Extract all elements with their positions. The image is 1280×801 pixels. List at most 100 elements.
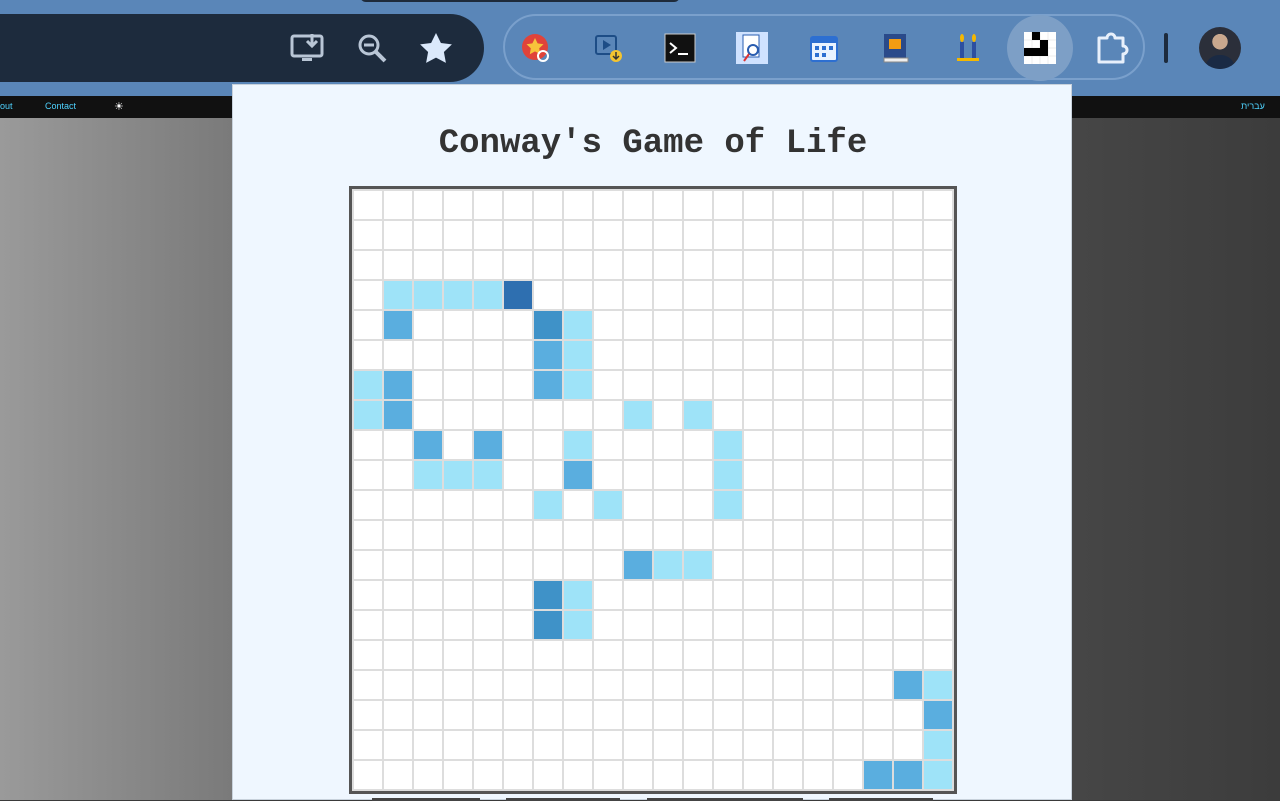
grid-cell[interactable] [594, 221, 622, 249]
grid-cell[interactable] [804, 551, 832, 579]
extension-candles-icon[interactable] [948, 28, 988, 68]
grid-cell[interactable] [834, 491, 862, 519]
grid-cell[interactable] [684, 311, 712, 339]
nav-link-about[interactable]: out [0, 101, 13, 111]
grid-cell[interactable] [594, 371, 622, 399]
grid-cell[interactable] [624, 761, 652, 789]
grid-cell[interactable] [504, 641, 532, 669]
grid-cell[interactable] [894, 221, 922, 249]
grid-cell[interactable] [834, 731, 862, 759]
grid-cell-alive[interactable] [414, 461, 442, 489]
grid-cell[interactable] [774, 221, 802, 249]
grid-cell[interactable] [564, 701, 592, 729]
grid-cell[interactable] [474, 611, 502, 639]
grid-cell[interactable] [504, 431, 532, 459]
grid-cell[interactable] [744, 491, 772, 519]
grid-cell[interactable] [684, 701, 712, 729]
grid-cell[interactable] [534, 671, 562, 699]
grid-cell[interactable] [834, 371, 862, 399]
grid-cell[interactable] [774, 401, 802, 429]
grid-cell[interactable] [534, 281, 562, 309]
grid-cell[interactable] [894, 491, 922, 519]
grid-cell[interactable] [474, 671, 502, 699]
grid-cell-alive[interactable] [714, 461, 742, 489]
grid-cell[interactable] [684, 671, 712, 699]
grid-cell-alive[interactable] [534, 371, 562, 399]
grid-cell[interactable] [774, 641, 802, 669]
grid-cell[interactable] [864, 701, 892, 729]
grid-cell[interactable] [864, 551, 892, 579]
grid-cell-alive[interactable] [564, 461, 592, 489]
extension-calendar-icon[interactable] [804, 28, 844, 68]
grid-cell[interactable] [414, 251, 442, 279]
grid-cell[interactable] [864, 611, 892, 639]
grid-cell[interactable] [774, 671, 802, 699]
grid-cell[interactable] [444, 401, 472, 429]
grid-cell[interactable] [594, 551, 622, 579]
grid-cell[interactable] [564, 401, 592, 429]
extension-video-download-icon[interactable] [588, 28, 628, 68]
grid-cell[interactable] [654, 671, 682, 699]
grid-cell[interactable] [534, 731, 562, 759]
grid-cell[interactable] [804, 521, 832, 549]
grid-cell[interactable] [414, 761, 442, 789]
grid-cell[interactable] [714, 281, 742, 309]
grid-cell[interactable] [774, 611, 802, 639]
grid-cell[interactable] [594, 521, 622, 549]
grid-cell[interactable] [894, 641, 922, 669]
grid-cell[interactable] [894, 191, 922, 219]
grid-cell[interactable] [924, 221, 952, 249]
grid-cell[interactable] [684, 251, 712, 279]
grid-cell[interactable] [744, 611, 772, 639]
grid-cell[interactable] [834, 761, 862, 789]
grid-cell[interactable] [684, 371, 712, 399]
grid-cell[interactable] [804, 641, 832, 669]
grid-cell[interactable] [894, 701, 922, 729]
grid-cell[interactable] [654, 221, 682, 249]
grid-cell[interactable] [744, 191, 772, 219]
grid-cell[interactable] [624, 611, 652, 639]
grid-cell-alive[interactable] [624, 401, 652, 429]
grid-cell[interactable] [594, 431, 622, 459]
grid-cell[interactable] [804, 221, 832, 249]
grid-cell-alive[interactable] [534, 311, 562, 339]
grid-cell[interactable] [444, 221, 472, 249]
grid-cell[interactable] [384, 641, 412, 669]
grid-cell[interactable] [714, 701, 742, 729]
grid-cell[interactable] [714, 311, 742, 339]
grid-cell[interactable] [744, 551, 772, 579]
grid-cell[interactable] [414, 371, 442, 399]
grid-cell[interactable] [384, 431, 412, 459]
grid-cell[interactable] [924, 311, 952, 339]
grid-cell[interactable] [924, 461, 952, 489]
grid-cell[interactable] [354, 671, 382, 699]
grid-cell[interactable] [804, 671, 832, 699]
grid-cell-alive[interactable] [594, 491, 622, 519]
grid-cell[interactable] [564, 761, 592, 789]
grid-cell[interactable] [924, 431, 952, 459]
grid-cell[interactable] [924, 521, 952, 549]
avatar[interactable] [1199, 27, 1241, 69]
grid-cell-alive[interactable] [534, 341, 562, 369]
grid-cell[interactable] [414, 551, 442, 579]
grid-cell[interactable] [504, 401, 532, 429]
grid-cell[interactable] [864, 581, 892, 609]
grid-cell[interactable] [474, 401, 502, 429]
grid-cell-alive[interactable] [444, 461, 472, 489]
grid-cell[interactable] [654, 251, 682, 279]
grid-cell[interactable] [534, 641, 562, 669]
grid-cell-alive[interactable] [564, 341, 592, 369]
grid-cell[interactable] [924, 371, 952, 399]
grid-cell[interactable] [624, 581, 652, 609]
grid-cell[interactable] [774, 491, 802, 519]
grid-cell[interactable] [924, 251, 952, 279]
grid-cell-alive[interactable] [384, 281, 412, 309]
grid-cell[interactable] [774, 191, 802, 219]
grid-cell[interactable] [594, 401, 622, 429]
grid-cell[interactable] [414, 521, 442, 549]
grid-cell-alive[interactable] [534, 491, 562, 519]
grid-cell-alive[interactable] [384, 371, 412, 399]
grid-cell[interactable] [774, 731, 802, 759]
nav-link-language[interactable]: עברית [1241, 101, 1265, 111]
grid-cell[interactable] [774, 521, 802, 549]
